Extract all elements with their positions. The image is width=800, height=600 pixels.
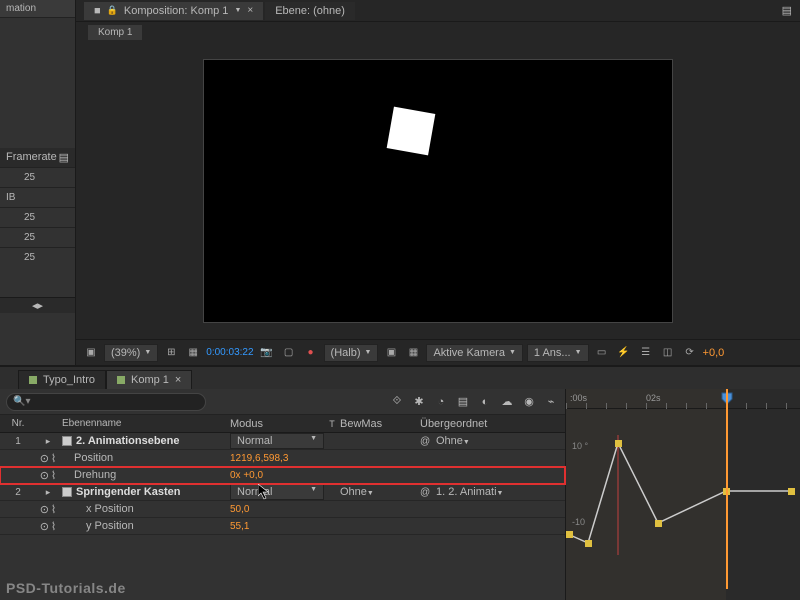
layer-color-icon bbox=[62, 436, 72, 446]
settings-icon[interactable]: ▤ bbox=[59, 151, 69, 164]
composition-preview[interactable] bbox=[203, 59, 673, 323]
parent-dropdown[interactable]: Ohne▼ bbox=[436, 435, 550, 447]
keyframe-icon[interactable] bbox=[585, 540, 592, 547]
timeline-layer-panel: 🔍▾ ⟐ ✱ ◔ ▤ ◐ ☁ ◉ ⌁ Nr. Ebenenname Modus … bbox=[0, 389, 565, 600]
property-row[interactable]: ⊙ ⌇y Position55,1 bbox=[0, 518, 565, 535]
blend-mode-dropdown[interactable]: Normal▼ bbox=[230, 484, 324, 500]
channel-icon[interactable]: ● bbox=[302, 344, 320, 362]
timeline-column-headers: Nr. Ebenenname Modus T BewMas Übergeordn… bbox=[0, 415, 565, 433]
property-value[interactable]: 0x +0,0 bbox=[230, 470, 263, 481]
value-graph[interactable] bbox=[566, 435, 800, 555]
frame-blend-icon[interactable]: ▤ bbox=[455, 394, 471, 410]
comp-flowchart-icon[interactable]: ◫ bbox=[659, 344, 677, 362]
hide-shy-icon[interactable]: ◔ bbox=[433, 394, 449, 410]
show-snapshot-icon[interactable]: ▢ bbox=[280, 344, 298, 362]
timeline-panel: Typo_Intro Komp 1 × 🔍▾ ⟐ ✱ ◔ ▤ ◐ ☁ ◉ ⌁ bbox=[0, 365, 800, 600]
close-icon[interactable]: × bbox=[247, 5, 253, 16]
stopwatch-icon[interactable]: ⊙ bbox=[40, 469, 49, 482]
stopwatch-icon[interactable]: ⊙ bbox=[40, 503, 49, 516]
cursor-icon bbox=[258, 484, 270, 500]
viewer-tab-ebene[interactable]: Ebene: (ohne) bbox=[265, 2, 355, 20]
reset-exposure-icon[interactable]: ⟳ bbox=[681, 344, 699, 362]
graph-editor-icon[interactable]: ⌁ bbox=[543, 394, 559, 410]
mb-row[interactable]: IB bbox=[0, 187, 75, 207]
framerate-header: Framerate ▤ bbox=[0, 148, 75, 167]
comp-mini-flowchart-icon[interactable]: ⟐ bbox=[389, 394, 405, 410]
composition-viewer: ■ 🔒 Komposition: Komp 1 ▼ × Ebene: (ohne… bbox=[76, 0, 800, 365]
roi-icon[interactable]: ▣ bbox=[382, 344, 400, 362]
panel-menu-icon[interactable]: ▤ bbox=[782, 4, 800, 17]
property-value[interactable]: 50,0 bbox=[230, 504, 249, 515]
quality-dropdown[interactable]: (Halb)▼ bbox=[324, 344, 379, 362]
close-icon[interactable]: × bbox=[175, 374, 181, 386]
resolution-icon[interactable]: ⊞ bbox=[162, 344, 180, 362]
keyframe-icon[interactable] bbox=[655, 520, 662, 527]
viewer-tab-komp1[interactable]: ■ 🔒 Komposition: Komp 1 ▼ × bbox=[84, 2, 263, 20]
draft3d-icon[interactable]: ✱ bbox=[411, 394, 427, 410]
collapse-toggle[interactable]: ◂▸ bbox=[0, 297, 75, 313]
graph-icon[interactable]: ⌇ bbox=[51, 452, 56, 465]
property-value[interactable]: 1219,6,598,3 bbox=[230, 453, 288, 464]
playhead[interactable] bbox=[726, 389, 728, 589]
transparency-icon[interactable]: ▦ bbox=[404, 344, 422, 362]
property-value[interactable]: 55,1 bbox=[230, 521, 249, 532]
property-row[interactable]: ⊙ ⌇x Position50,0 bbox=[0, 501, 565, 518]
white-box-layer[interactable] bbox=[387, 106, 436, 155]
watermark: PSD-Tutorials.de bbox=[6, 580, 126, 596]
framerate-row[interactable]: 25 bbox=[0, 167, 75, 187]
link-icon: ■ bbox=[94, 5, 101, 17]
search-input[interactable]: 🔍▾ bbox=[6, 393, 206, 411]
graph-icon[interactable]: ⌇ bbox=[51, 520, 56, 533]
sidebar-tab[interactable]: mation bbox=[0, 0, 75, 18]
camera-dropdown[interactable]: Aktive Kamera▼ bbox=[426, 344, 522, 362]
tab-color-icon bbox=[29, 376, 37, 384]
framerate-row[interactable]: 25 bbox=[0, 227, 75, 247]
timeline-icon[interactable]: ☰ bbox=[637, 344, 655, 362]
viewer-toolbar: ▣ (39%)▼ ⊞ ▦ 0:00:03:22 📷 ▢ ● (Halb)▼ ▣ … bbox=[76, 339, 800, 365]
property-row[interactable]: ⊙ ⌇Position1219,6,598,3 bbox=[0, 450, 565, 467]
layer-row[interactable]: 2▸Springender KastenNormal▼Ohne▼@1. 2. A… bbox=[0, 484, 565, 501]
tab-color-icon bbox=[117, 376, 125, 384]
views-dropdown[interactable]: 1 Ans...▼ bbox=[527, 344, 589, 362]
keyframe-icon[interactable] bbox=[566, 531, 573, 538]
framerate-row[interactable]: 25 bbox=[0, 247, 75, 267]
fast-preview-icon[interactable]: ⚡ bbox=[615, 344, 633, 362]
pixel-aspect-icon[interactable]: ▭ bbox=[593, 344, 611, 362]
graph-icon[interactable]: ⌇ bbox=[51, 469, 56, 482]
viewer-canvas[interactable] bbox=[76, 42, 800, 339]
property-row[interactable]: ⊙ ⌇Drehung0x +0,0 bbox=[0, 467, 565, 484]
track-matte-dropdown[interactable]: Ohne▼ bbox=[340, 486, 420, 498]
timeline-tab-typo[interactable]: Typo_Intro bbox=[18, 370, 106, 389]
snapshot-icon[interactable]: 📷 bbox=[258, 344, 276, 362]
framerate-row[interactable]: 25 bbox=[0, 207, 75, 227]
zoom-dropdown[interactable]: (39%)▼ bbox=[104, 344, 158, 362]
pickwhip-icon[interactable]: @ bbox=[420, 436, 432, 447]
timeline-tab-komp1[interactable]: Komp 1 × bbox=[106, 370, 192, 389]
lock-icon[interactable]: 🔒 bbox=[107, 5, 118, 16]
graph-editor[interactable]: :00s02s 10 °-10 bbox=[565, 389, 800, 600]
pickwhip-icon[interactable]: @ bbox=[420, 487, 432, 498]
brainstorm-icon[interactable]: ☁ bbox=[499, 394, 515, 410]
keyframe-icon[interactable] bbox=[615, 440, 622, 447]
motion-blur-icon[interactable]: ◐ bbox=[477, 394, 493, 410]
always-preview-icon[interactable]: ▣ bbox=[82, 344, 100, 362]
exposure-value[interactable]: +0,0 bbox=[703, 347, 725, 359]
keyframe-icon[interactable] bbox=[788, 488, 795, 495]
graph-icon[interactable]: ⌇ bbox=[51, 503, 56, 516]
time-ruler[interactable]: :00s02s bbox=[566, 389, 800, 409]
layer-color-icon bbox=[62, 487, 72, 497]
blend-mode-dropdown[interactable]: Normal▼ bbox=[230, 433, 324, 449]
layer-row[interactable]: 1▸2. AnimationsebeneNormal▼@Ohne▼ bbox=[0, 433, 565, 450]
parent-dropdown[interactable]: 1. 2. Animati▼ bbox=[436, 486, 550, 498]
stopwatch-icon[interactable]: ⊙ bbox=[40, 452, 49, 465]
timeline-tabs: Typo_Intro Komp 1 × bbox=[0, 367, 800, 389]
stopwatch-icon[interactable]: ⊙ bbox=[40, 520, 49, 533]
timecode[interactable]: 0:00:03:22 bbox=[206, 347, 253, 358]
dropdown-icon[interactable]: ▼ bbox=[234, 7, 241, 14]
autokey-icon[interactable]: ◉ bbox=[521, 394, 537, 410]
grid-icon[interactable]: ▦ bbox=[184, 344, 202, 362]
project-sidebar: mation Framerate ▤ 25 IB 25 25 25 ◂▸ bbox=[0, 0, 76, 365]
subtab-komp1[interactable]: Komp 1 bbox=[88, 25, 142, 40]
viewer-tabs: ■ 🔒 Komposition: Komp 1 ▼ × Ebene: (ohne… bbox=[76, 0, 800, 22]
